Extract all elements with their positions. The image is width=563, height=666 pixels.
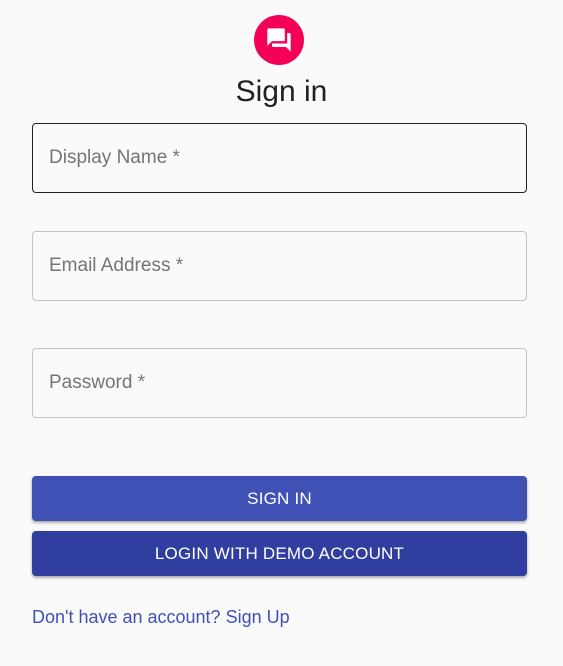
password-field[interactable]: Password * — [32, 348, 527, 418]
display-name-field[interactable]: Display Name * — [32, 123, 527, 193]
sign-up-link[interactable]: Don't have an account? Sign Up — [32, 607, 290, 628]
email-label: Email Address * — [49, 255, 184, 276]
password-label: Password * — [49, 372, 146, 393]
page-title: Sign in — [235, 75, 328, 108]
email-field[interactable]: Email Address * — [32, 231, 527, 301]
sign-in-button[interactable]: SIGN IN — [32, 476, 527, 521]
avatar — [254, 15, 304, 65]
forum-icon — [265, 26, 293, 54]
demo-login-button[interactable]: LOGIN WITH DEMO ACCOUNT — [32, 531, 527, 576]
display-name-label: Display Name * — [49, 147, 180, 168]
